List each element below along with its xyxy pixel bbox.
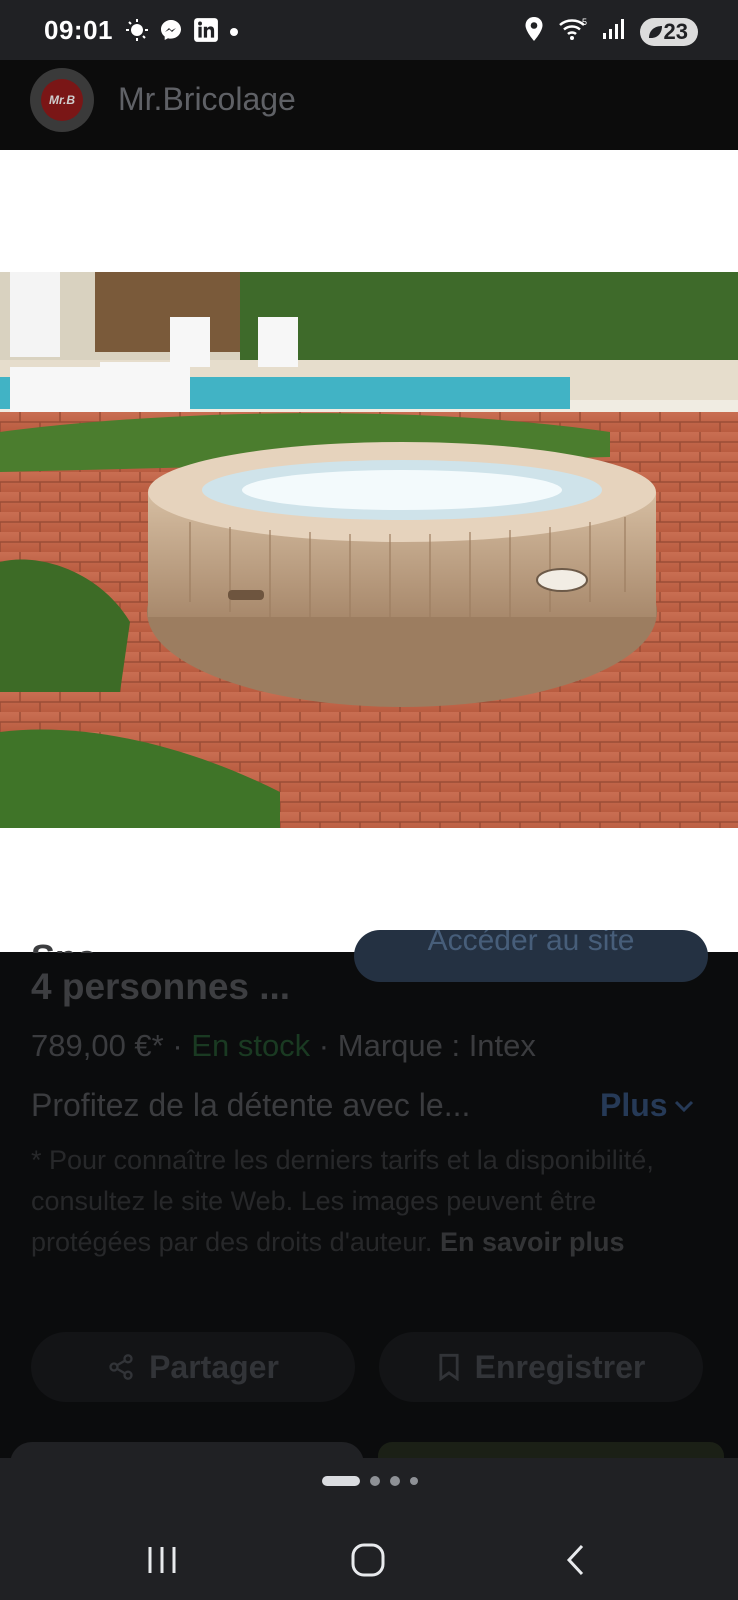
system-status-icons: 5 23	[524, 16, 698, 47]
carousel-dot[interactable]	[390, 1476, 400, 1486]
carousel-dot-active[interactable]	[322, 1476, 360, 1486]
location-icon	[524, 16, 544, 47]
product-title-line1-cut: Spa	[31, 937, 97, 953]
price-row: 789,00 €* · En stock · Marque : Intex	[31, 1028, 536, 1064]
chevron-down-icon	[674, 1100, 693, 1112]
carousel-dot[interactable]	[410, 1477, 418, 1485]
carousel-dot[interactable]	[370, 1476, 380, 1486]
svg-text:5: 5	[582, 17, 587, 27]
back-button[interactable]	[546, 1532, 606, 1588]
product-title[interactable]: 4 personnes ...	[31, 966, 290, 1008]
product-description: Profitez de la détente avec le...	[31, 1087, 471, 1123]
status-time: 09:01	[44, 15, 113, 45]
signal-icon	[602, 18, 626, 45]
save-button[interactable]: Enregistrer	[379, 1332, 703, 1402]
logo-text: Mr.B	[41, 79, 83, 121]
more-button[interactable]: Plus	[600, 1087, 694, 1124]
status-bar: 09:01 5 23	[0, 0, 738, 60]
share-icon	[109, 1354, 133, 1380]
home-button[interactable]	[338, 1532, 398, 1588]
wifi-icon: 5	[558, 17, 588, 46]
back-icon	[566, 1544, 584, 1576]
recent-apps-button[interactable]	[132, 1532, 192, 1588]
price: 789,00 €*	[31, 1028, 164, 1063]
share-button[interactable]: Partager	[31, 1332, 355, 1402]
save-label: Enregistrer	[474, 1348, 646, 1385]
bookmark-icon	[439, 1353, 459, 1381]
more-label: Plus	[600, 1087, 668, 1123]
separator: ·	[310, 1028, 338, 1063]
recent-apps-icon	[148, 1547, 176, 1573]
leaf-icon	[648, 25, 662, 38]
brand: Marque : Intex	[337, 1028, 536, 1063]
site-name[interactable]: Mr.Bricolage	[118, 81, 296, 118]
app-bar	[0, 60, 738, 150]
visit-site-button[interactable]: Accéder au site	[354, 930, 708, 982]
linkedin-icon	[193, 17, 219, 48]
learn-more-link[interactable]: En savoir plus	[440, 1227, 625, 1257]
system-nav-bar	[0, 1520, 738, 1600]
site-logo[interactable]: Mr.B	[30, 68, 94, 132]
share-label: Partager	[149, 1348, 279, 1385]
notification-icons	[125, 17, 239, 48]
stock-status: En stock	[191, 1028, 311, 1063]
home-icon	[351, 1543, 385, 1577]
weather-icon	[125, 18, 149, 47]
separator: ·	[163, 1028, 192, 1063]
visit-site-label: Accéder au site	[427, 930, 635, 957]
dot-icon	[229, 24, 239, 42]
messenger-icon	[159, 18, 183, 47]
battery-indicator: 23	[639, 17, 698, 46]
battery-level: 23	[663, 18, 688, 44]
carousel-indicator	[322, 1476, 418, 1486]
disclaimer: * Pour connaître les derniers tarifs et …	[31, 1140, 711, 1263]
product-photo[interactable]	[0, 272, 738, 828]
